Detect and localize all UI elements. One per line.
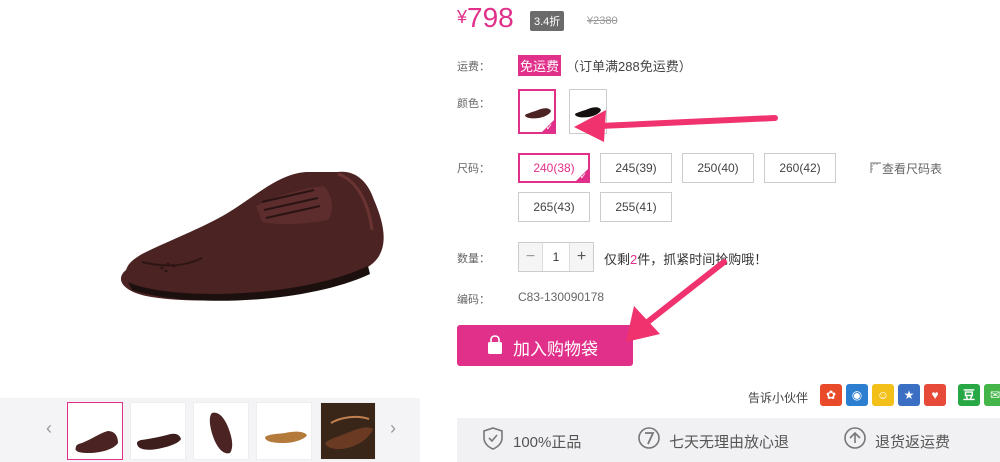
size-option-240[interactable]: 240(38) ✓ [518,153,590,183]
stock-suffix: 件，抓紧时间抢购哦！ [637,252,768,267]
share-label: 告诉小伙伴 [748,391,809,405]
quantity-label: 数量： [457,253,490,265]
thumbnail-strip: ‹ › [0,398,420,462]
size-chart-link[interactable]: 查看尺码表 [870,160,942,177]
original-price: ¥2380 [587,15,618,27]
add-to-bag-button[interactable]: 加入购物袋 [457,325,633,366]
ruler-icon [870,162,881,173]
weibo-icon[interactable]: ✿ [820,384,842,406]
size-option-255[interactable]: 255(41) [600,192,672,222]
thumbnail-4[interactable] [256,402,312,460]
shopping-bag-icon [488,335,502,354]
douban-icon[interactable]: 豆 [958,384,980,406]
size-option-245[interactable]: 245(39) [600,153,672,183]
size-option-260[interactable]: 260(42) [764,153,836,183]
thumbnail-1[interactable] [67,402,123,460]
price-amount: 798 [467,2,514,33]
chevron-right-icon[interactable]: › [386,418,400,438]
qq-icon[interactable]: ♥ [924,384,946,406]
color-label: 颜色： [457,98,490,110]
check-icon: ✓ [545,122,553,132]
decrease-button[interactable]: − [519,243,543,271]
size-option-label: 240(38) [533,161,575,175]
current-price: ¥798 [457,2,514,34]
main-product-image[interactable] [36,0,408,398]
shipping-note: （订单满288免运费） [566,59,692,74]
guarantee-label: 100%正品 [513,434,582,451]
guarantee-bar: 100%正品 七天无理由放心退 退货返运费 [457,418,1000,462]
quantity-input[interactable]: 1 [543,243,569,271]
shipping-label: 运费： [457,61,490,73]
code-label: 编码： [457,294,490,306]
return-icon [844,427,866,449]
thumbnail-5[interactable] [320,402,376,460]
size-label: 尺码： [457,163,490,175]
arrow-to-color [597,115,778,129]
product-code: C83-130090178 [518,290,605,304]
renren-icon[interactable]: ◉ [846,384,868,406]
arrow-to-button [637,259,727,331]
increase-button[interactable]: + [569,243,593,271]
add-to-bag-label: 加入购物袋 [513,340,598,359]
thumbnail-2[interactable] [130,402,186,460]
kaixin-icon[interactable]: ☺ [872,384,894,406]
color-option-black[interactable] [569,89,607,134]
color-option-brown[interactable]: ✓ [518,89,556,134]
check-icon: ✓ [579,171,587,181]
wechat-icon[interactable]: ✉ [984,384,1000,406]
size-option-250[interactable]: 250(40) [682,153,754,183]
discount-badge: 3.4折 [530,11,565,31]
currency-symbol: ¥ [457,7,468,27]
guarantee-label: 七天无理由放心退 [669,434,790,451]
thumbnail-3[interactable] [193,402,249,460]
shoe-image [120,171,384,301]
free-shipping-badge: 免运费 [518,55,562,76]
size-option-265[interactable]: 265(43) [518,192,590,222]
stock-note: 仅剩2件，抓紧时间抢购哦！ [604,249,767,268]
qzone-icon[interactable]: ★ [898,384,920,406]
stock-prefix: 仅剩 [604,252,631,267]
guarantee-label: 退货返运费 [875,434,951,451]
chevron-left-icon[interactable]: ‹ [42,418,56,438]
size-chart-label: 查看尺码表 [882,162,943,176]
seven-days-icon [638,427,660,449]
quantity-stepper: − 1 + [518,242,594,272]
shield-icon [483,427,503,450]
